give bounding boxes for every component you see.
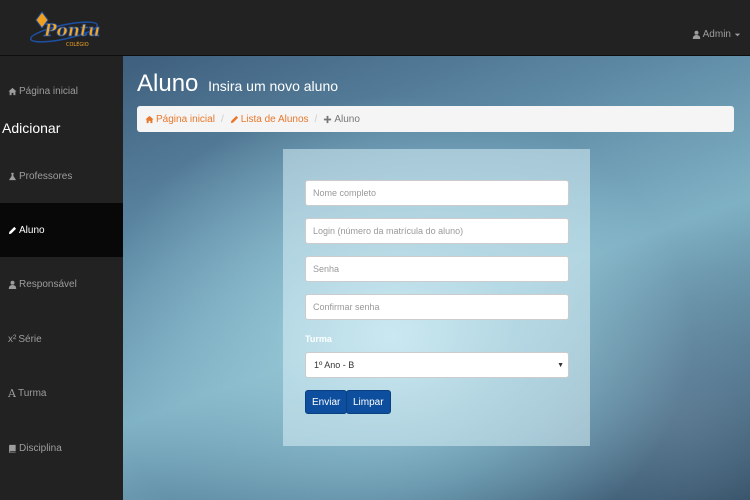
breadcrumb-current: Aluno bbox=[323, 114, 360, 125]
breadcrumb: Página inicial / Lista de Alunos / Aluno bbox=[137, 106, 734, 132]
plus-icon bbox=[323, 115, 332, 124]
main-content: Aluno Insira um novo aluno Página inicia… bbox=[123, 56, 750, 500]
sidebar-item-label: Disciplina bbox=[19, 442, 62, 454]
user-icon bbox=[692, 30, 701, 39]
turma-label: Turma bbox=[305, 334, 332, 344]
sidebar: Página inicial Adicionar Professores Alu… bbox=[0, 56, 123, 500]
reset-button[interactable]: Limpar bbox=[346, 390, 391, 414]
breadcrumb-label: Lista de Alunos bbox=[240, 113, 309, 125]
sidebar-item-label: Aluno bbox=[19, 224, 45, 236]
turma-selected-value: 1º Ano - B bbox=[314, 360, 355, 370]
home-icon bbox=[8, 87, 17, 96]
sidebar-item-home[interactable]: Página inicial bbox=[0, 64, 123, 118]
pontual-logo[interactable]: Pontual COLÉGIO bbox=[28, 6, 100, 50]
sidebar-item-label: Página inicial bbox=[19, 85, 78, 97]
sidebar-item-disciplina[interactable]: Disciplina bbox=[0, 421, 123, 475]
flask-icon bbox=[8, 172, 17, 181]
turma-select[interactable]: 1º Ano - B ▼ bbox=[305, 352, 569, 378]
svg-text:COLÉGIO: COLÉGIO bbox=[66, 40, 89, 48]
sidebar-item-turma[interactable]: A Turma bbox=[0, 366, 123, 420]
superscript-icon: x² bbox=[8, 333, 17, 345]
pencil-icon bbox=[230, 115, 239, 124]
breadcrumb-lista-alunos[interactable]: Lista de Alunos bbox=[230, 114, 309, 125]
book-icon bbox=[8, 444, 17, 453]
user-icon bbox=[8, 280, 17, 289]
page-title: Aluno Insira um novo aluno bbox=[137, 70, 338, 98]
sidebar-item-serie[interactable]: x² Série bbox=[0, 312, 123, 366]
admin-label: Admin bbox=[702, 29, 731, 40]
caret-down-icon bbox=[733, 30, 742, 39]
submit-button[interactable]: Enviar bbox=[305, 390, 348, 414]
sidebar-section-heading: Adicionar bbox=[2, 120, 61, 136]
sidebar-item-label: Responsável bbox=[19, 278, 77, 290]
page-title-text: Aluno bbox=[137, 70, 199, 97]
pencil-icon bbox=[8, 226, 17, 235]
breadcrumb-home[interactable]: Página inicial bbox=[145, 114, 215, 125]
breadcrumb-separator: / bbox=[314, 113, 318, 125]
sidebar-item-label: Professores bbox=[19, 170, 73, 182]
student-form: Turma 1º Ano - B ▼ Enviar Limpar bbox=[283, 149, 590, 446]
sidebar-item-responsavel[interactable]: Responsável bbox=[0, 257, 123, 311]
home-icon bbox=[145, 115, 154, 124]
sidebar-item-label: Série bbox=[18, 333, 42, 345]
name-input[interactable] bbox=[305, 180, 569, 206]
page-subtitle: Insira um novo aluno bbox=[208, 78, 339, 94]
breadcrumb-label: Página inicial bbox=[156, 113, 215, 125]
breadcrumb-label: Aluno bbox=[334, 113, 360, 125]
font-icon: A bbox=[8, 386, 16, 400]
breadcrumb-separator: / bbox=[220, 113, 224, 125]
admin-menu[interactable]: Admin bbox=[692, 29, 742, 40]
sidebar-item-professores[interactable]: Professores bbox=[0, 149, 123, 203]
login-input[interactable] bbox=[305, 218, 569, 244]
sidebar-item-aluno[interactable]: Aluno bbox=[0, 203, 123, 257]
select-arrow-icon: ▼ bbox=[557, 362, 564, 369]
sidebar-item-label: Turma bbox=[17, 387, 47, 399]
confirm-password-input[interactable] bbox=[305, 294, 569, 320]
top-navbar: Pontual COLÉGIO Admin bbox=[0, 0, 750, 56]
password-input[interactable] bbox=[305, 256, 569, 282]
svg-text:Pontual: Pontual bbox=[43, 21, 100, 41]
